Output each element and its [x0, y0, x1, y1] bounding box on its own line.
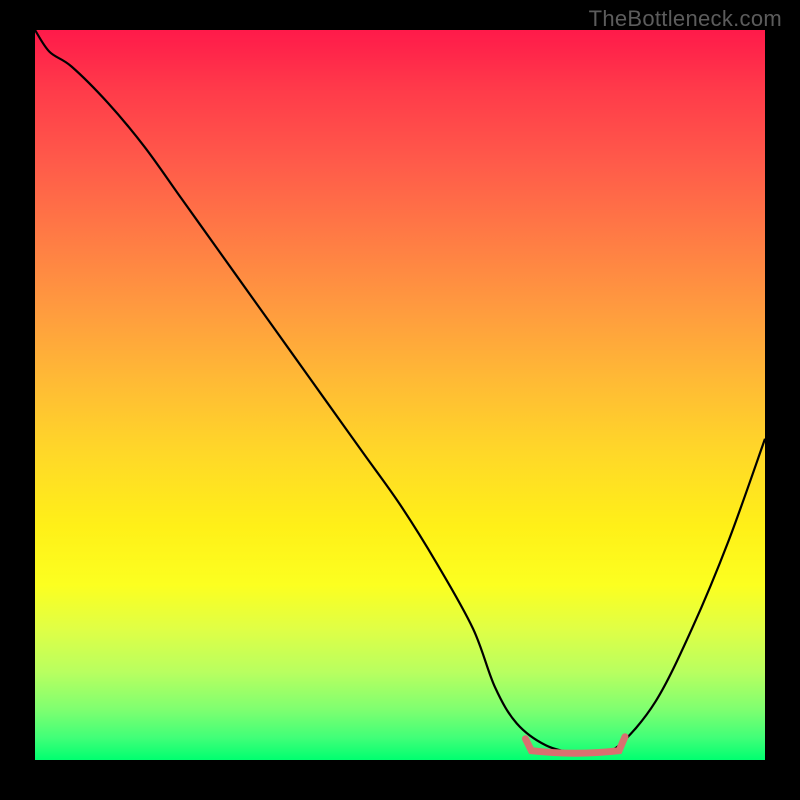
gradient-background — [35, 30, 765, 760]
chart-container: TheBottleneck.com — [0, 0, 800, 800]
watermark: TheBottleneck.com — [589, 6, 782, 32]
